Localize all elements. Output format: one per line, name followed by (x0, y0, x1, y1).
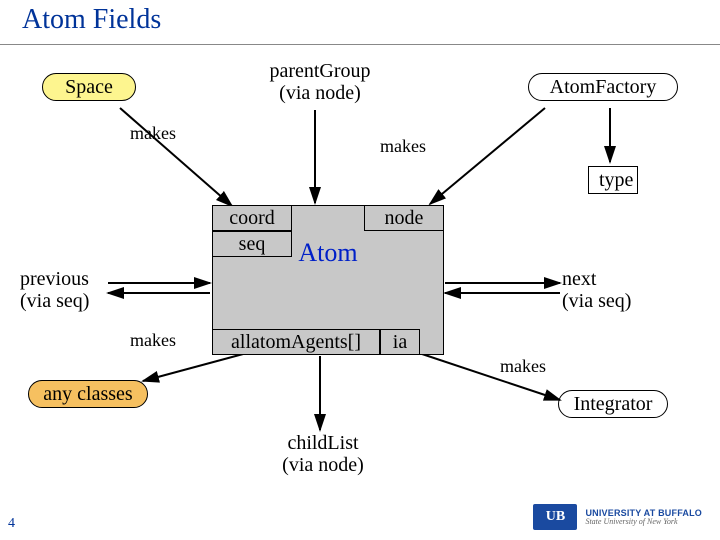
label-next: next (via seq) (562, 268, 662, 312)
field-allatom-agents: allatomAgents[] (212, 329, 380, 355)
label-parent-group: parentGroup (via node) (250, 60, 390, 104)
field-node: node (364, 205, 444, 231)
edge-label-makes-2: makes (380, 136, 426, 157)
university-subtitle: State University of New York (585, 518, 702, 526)
node-type: type (588, 166, 638, 194)
label-previous: previous (via seq) (20, 268, 110, 312)
field-coord: coord (212, 205, 292, 231)
slide-title: Atom Fields (0, 0, 720, 45)
edge-label-makes-3: makes (130, 330, 176, 351)
ub-logo-icon: UB (533, 504, 577, 530)
university-logo: UB UNIVERSITY AT BUFFALO State Universit… (533, 504, 702, 530)
node-atom-factory: AtomFactory (528, 73, 678, 101)
node-integrator: Integrator (558, 390, 668, 418)
edge-label-makes-1: makes (130, 123, 176, 144)
field-seq: seq (212, 231, 292, 257)
node-any-classes: any classes (28, 380, 148, 408)
node-space: Space (42, 73, 136, 101)
field-ia: ia (380, 329, 420, 355)
label-child-list: childList (via node) (268, 432, 378, 476)
page-number: 4 (8, 516, 15, 532)
diagram-canvas: Space parentGroup (via node) AtomFactory… (0, 48, 720, 540)
edge-label-makes-4: makes (500, 356, 546, 377)
